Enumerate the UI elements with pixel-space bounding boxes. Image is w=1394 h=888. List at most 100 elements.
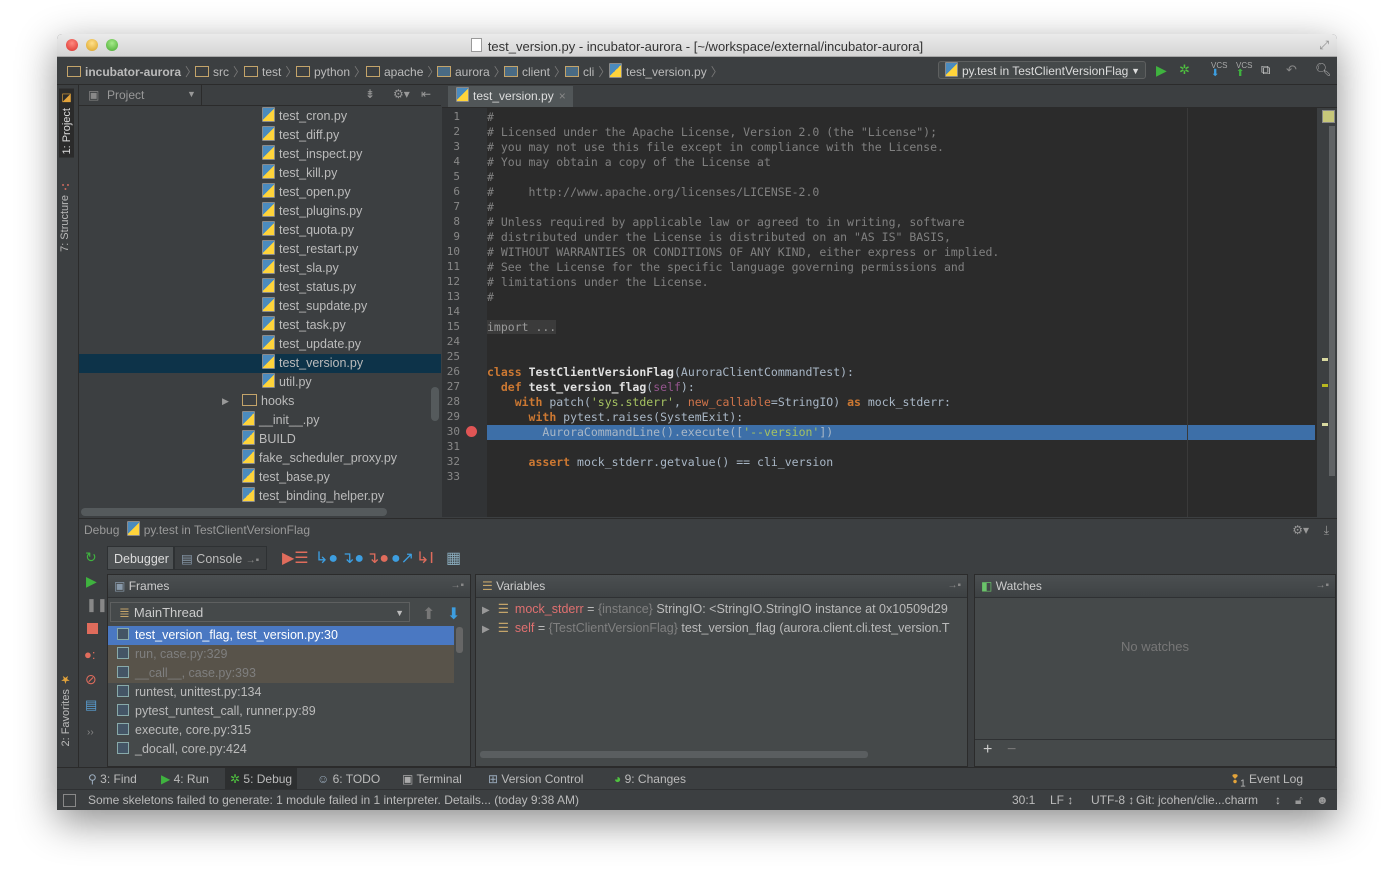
hide-panel-icon[interactable]: ⤓ — [1324, 519, 1329, 541]
breadcrumb-client[interactable]: client 〉 — [504, 63, 566, 80]
tree-item[interactable]: fake_scheduler_proxy.py — [242, 449, 397, 468]
breadcrumb-test[interactable]: test 〉 — [244, 63, 297, 80]
pin-icon[interactable]: →▪ — [1315, 575, 1329, 597]
more-icon[interactable]: ›› — [87, 727, 94, 738]
frame-item[interactable]: __call__, case.py:393 — [108, 664, 454, 683]
hide-panel-icon[interactable]: ⇤ — [421, 87, 431, 101]
vcs-commit-button[interactable]: VCS ⬆ — [1236, 62, 1252, 79]
inspection-status-icon[interactable] — [1322, 110, 1335, 123]
breadcrumb-file[interactable]: test_version.py 〉 — [609, 63, 723, 80]
frames-scrollbar[interactable] — [456, 627, 463, 653]
tree-item[interactable]: test_status.py — [262, 278, 356, 297]
tree-item[interactable]: test_supdate.py — [262, 297, 367, 316]
run-button[interactable]: ▶ — [1156, 62, 1167, 79]
chevron-down-icon[interactable]: ▼ — [187, 89, 196, 99]
breadcrumb-python[interactable]: python 〉 — [296, 63, 366, 80]
tool-tab-terminal[interactable]: ▣ Terminal — [397, 768, 467, 790]
tool-tab-todo[interactable]: ☺ 6: TODO — [312, 768, 385, 790]
pin-icon[interactable]: →▪ — [947, 575, 961, 597]
tree-item[interactable]: __init__.py — [242, 411, 319, 430]
vcs-update-button[interactable]: VCS ⬇ — [1211, 62, 1227, 79]
next-frame-icon[interactable]: ⬇ — [447, 604, 460, 624]
close-tab-icon[interactable]: × — [559, 89, 566, 103]
tool-tab-run[interactable]: ▶ 4: Run — [156, 768, 214, 790]
tree-item[interactable]: test_update.py — [262, 335, 361, 354]
breadcrumb-aurora[interactable]: aurora 〉 — [437, 63, 506, 80]
tool-tab-debug[interactable]: ✲ 5: Debug — [225, 768, 298, 790]
tree-item[interactable]: test_cron.py — [262, 107, 347, 126]
search-everywhere-icon[interactable]: 🔍︎ — [1315, 62, 1332, 78]
pin-icon[interactable]: →▪ — [450, 575, 464, 597]
pause-icon[interactable]: ❚❚ — [86, 597, 108, 613]
breadcrumb-apache[interactable]: apache 〉 — [366, 63, 439, 80]
frame-item[interactable]: test_version_flag, test_version.py:30 — [108, 626, 454, 645]
tab-structure[interactable]: 7: Structure ⛬ — [59, 181, 71, 252]
revert-button[interactable]: ↶ — [1286, 62, 1297, 78]
frame-item[interactable]: _docall, core.py:424 — [108, 740, 454, 759]
error-stripe[interactable] — [1317, 108, 1337, 517]
variable-row[interactable]: ▶ ☰ self = {TestClientVersionFlag} test_ve… — [476, 619, 950, 638]
debug-button[interactable]: ✲ — [1179, 62, 1190, 78]
fullscreen-icon[interactable]: ⤢ — [1319, 38, 1329, 53]
encoding-select[interactable]: UTF-8 ↕ — [1091, 790, 1134, 810]
step-over-icon[interactable]: ↳● — [315, 548, 338, 568]
project-view-select[interactable]: Project — [107, 88, 144, 102]
frame-item[interactable]: pytest_runtest_call, runner.py:89 — [108, 702, 454, 721]
collapse-all-icon[interactable]: ⇟ — [365, 87, 375, 101]
resume-icon[interactable]: ▶ — [86, 573, 97, 590]
run-configuration-select[interactable]: py.test in TestClientVersionFlag ▼ — [938, 61, 1146, 79]
tree-item[interactable]: ▶ hooks — [222, 392, 294, 411]
tool-tab-find[interactable]: ⚲ 3: Find — [83, 768, 142, 790]
variables-scrollbar[interactable] — [480, 751, 868, 758]
frame-item[interactable]: execute, core.py:315 — [108, 721, 454, 740]
force-step-into-icon[interactable]: ↴● — [366, 548, 389, 568]
breadcrumb-src[interactable]: src 〉 — [195, 63, 245, 80]
editor-tab-test-version[interactable]: test_version.py × — [448, 86, 573, 107]
variable-row[interactable]: ▶ ☰ mock_stderr = {instance} StringIO: <St… — [476, 600, 948, 619]
vcs-branch-select[interactable]: ↕ — [1275, 790, 1281, 810]
frame-item[interactable]: runtest, unittest.py:134 — [108, 683, 454, 702]
event-log-button[interactable]: ❢1 Event Log — [1225, 768, 1308, 790]
tree-item[interactable]: test_open.py — [262, 183, 351, 202]
tree-item[interactable]: test_base.py — [242, 468, 330, 487]
caret-position[interactable]: 30:1 — [1012, 790, 1035, 810]
tab-project[interactable]: 1: Project ◩ — [59, 89, 74, 158]
tree-item[interactable]: test_diff.py — [262, 126, 339, 145]
tool-tab-version-control[interactable]: ⊞ Version Control — [483, 768, 588, 790]
editor-scrollbar[interactable] — [1329, 126, 1335, 476]
expand-arrow-icon[interactable]: ▶ — [482, 605, 490, 616]
tool-tab-changes[interactable]: ◕ 9: Changes — [609, 768, 691, 790]
folded-imports[interactable]: import ... — [487, 320, 557, 334]
expand-arrow-icon[interactable]: ▶ — [222, 392, 229, 411]
tree-item[interactable]: test_kill.py — [262, 164, 337, 183]
gear-icon[interactable]: ⚙▾ — [393, 87, 410, 101]
mute-breakpoints-icon[interactable]: ⊘ — [85, 671, 97, 688]
tree-item[interactable]: test_task.py — [262, 316, 346, 335]
inspector-icon[interactable]: ☻ — [1316, 790, 1329, 810]
warning-marker[interactable] — [1322, 358, 1328, 361]
line-separator-select[interactable]: LF ↕ — [1050, 790, 1073, 810]
tab-debugger[interactable]: Debugger — [107, 546, 174, 570]
rerun-icon[interactable]: ↻ — [85, 549, 97, 566]
gear-icon[interactable]: ⚙▾ — [1292, 519, 1309, 541]
vcs-branch[interactable]: Git: jcohen/clie...charm — [1136, 790, 1258, 810]
breakpoint-icon[interactable] — [466, 426, 477, 437]
tree-item[interactable]: test_binding_helper.py — [242, 487, 384, 506]
horizontal-scrollbar[interactable] — [81, 508, 387, 516]
evaluate-expression-icon[interactable]: ▦ — [446, 548, 461, 568]
tree-item[interactable]: BUILD — [242, 430, 296, 449]
layout-icon[interactable]: ▤ — [85, 697, 97, 713]
warning-marker[interactable] — [1322, 384, 1328, 387]
view-breakpoints-icon[interactable]: ●: — [84, 647, 95, 662]
tree-item[interactable]: test_plugins.py — [262, 202, 362, 221]
vertical-scrollbar[interactable] — [431, 387, 439, 421]
lock-icon[interactable]: 🔓︎ — [1295, 790, 1303, 810]
warning-marker[interactable] — [1322, 423, 1328, 426]
code-area[interactable]: # # Licensed under the Apache License, V… — [487, 108, 1317, 517]
tab-favorites[interactable]: 2: Favorites ★ — [59, 673, 72, 747]
step-into-icon[interactable]: ↴● — [341, 548, 364, 568]
previous-frame-icon[interactable]: ⬆ — [422, 604, 435, 624]
toggle-tool-windows-icon[interactable] — [63, 794, 76, 807]
breadcrumb-cli[interactable]: cli 〉 — [565, 63, 610, 80]
tree-item[interactable]: util.py — [262, 373, 312, 392]
